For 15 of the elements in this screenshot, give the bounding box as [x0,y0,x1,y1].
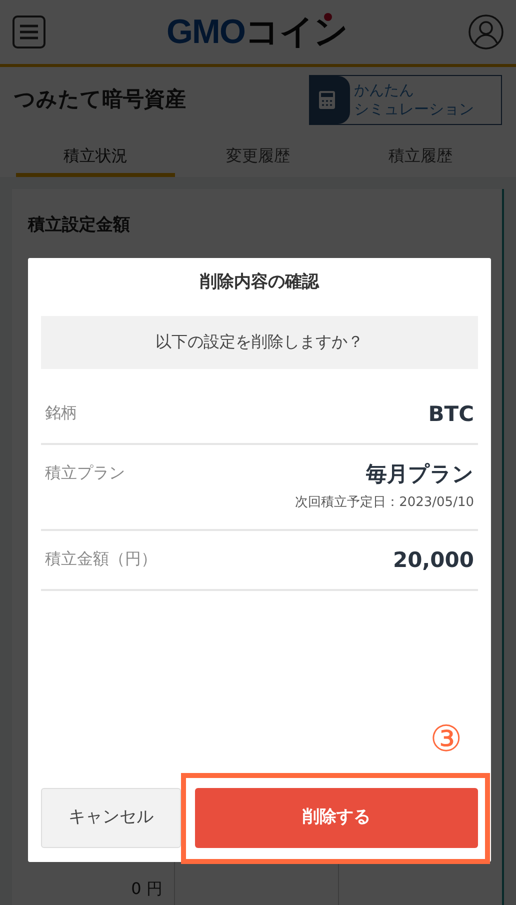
row-value: 20,000 [392,546,474,573]
row-value: BTC [428,400,474,427]
dialog-title: 削除内容の確認 [200,271,319,294]
cancel-button[interactable]: キャンセル [41,788,181,848]
row-label: 積立金額（円） [45,548,157,570]
row-value: 毎月プラン [366,460,474,487]
card-title: 積立設定金額 [26,214,131,237]
message-text: 以下の設定を削除しますか？ [156,331,364,353]
delete-button[interactable]: 削除する [195,788,478,848]
row-label: 積立プラン [45,462,125,484]
next-date-note: 次回積立予定日：2023/05/10 [295,494,474,512]
page-title: つみたて暗号資産 [14,86,186,114]
amount-text: 0 円 [131,878,162,900]
step-number: ③ [430,722,462,758]
row-label: 銘柄 [45,402,77,424]
